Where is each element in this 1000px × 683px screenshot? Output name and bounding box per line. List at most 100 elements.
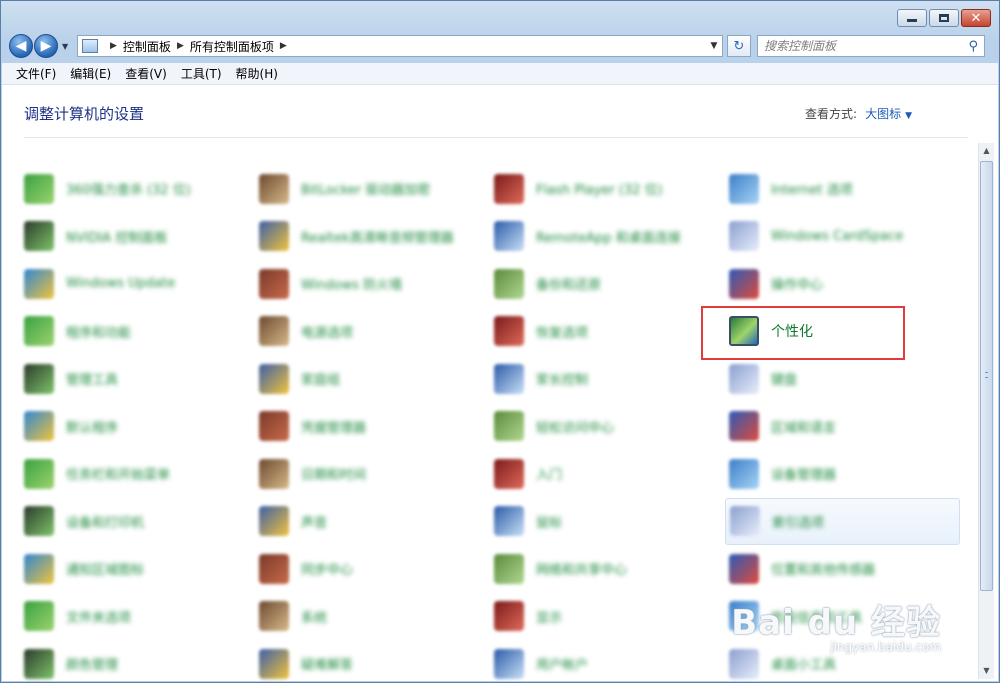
breadcrumb-all-items[interactable]: 所有控制面板项	[190, 38, 274, 55]
item-label: 操作中心	[771, 278, 824, 294]
control-panel-item[interactable]: 声音	[255, 498, 490, 546]
scroll-up-icon[interactable]: ▲	[979, 143, 994, 159]
control-panel-item[interactable]: 颜色管理	[20, 640, 255, 683]
breadcrumb-control-panel[interactable]: 控制面板	[123, 38, 171, 55]
grid-row: 管理工具 家庭组 家长控制 键盘	[20, 355, 960, 403]
scroll-thumb[interactable]	[980, 161, 993, 591]
close-button[interactable]: ✕	[961, 9, 991, 27]
vertical-scrollbar[interactable]: ▲ ▼	[978, 143, 994, 679]
control-panel-item[interactable]: 网络和共享中心	[490, 545, 725, 593]
item-label: Windows Update	[66, 276, 176, 292]
item-icon	[259, 601, 289, 632]
control-panel-item[interactable]: RemoteApp 和桌面连接	[490, 213, 725, 261]
control-panel-item[interactable]: 区域和语言	[725, 403, 960, 451]
history-dropdown-icon[interactable]: ▼	[62, 42, 72, 51]
control-panel-item[interactable]: 文件夹选项	[20, 593, 255, 641]
item-label: 恢复选项	[536, 325, 589, 341]
control-panel-item[interactable]: Realtek高清晰音频管理器	[255, 213, 490, 261]
back-button[interactable]: ◀	[9, 34, 33, 58]
control-panel-item[interactable]: Windows 防火墙	[255, 260, 490, 308]
breadcrumb-separator-icon[interactable]: ▶	[110, 41, 117, 51]
menu-help[interactable]: 帮助(H)	[236, 65, 278, 82]
control-panel-item[interactable]: 任务栏和开始菜单	[20, 450, 255, 498]
control-panel-item[interactable]: 管理工具	[20, 355, 255, 403]
control-panel-item[interactable]: 设备管理器	[725, 450, 960, 498]
menu-tools[interactable]: 工具(T)	[181, 65, 222, 82]
menu-edit[interactable]: 编辑(E)	[70, 65, 111, 82]
search-icon[interactable]: ⚲	[968, 39, 978, 54]
item-label: 文件夹选项	[66, 610, 132, 626]
control-panel-item[interactable]: 个性化	[725, 308, 960, 356]
control-panel-item[interactable]: 系统	[255, 593, 490, 641]
maximize-icon	[939, 14, 949, 22]
chevron-down-icon[interactable]: ▼	[905, 111, 912, 121]
item-icon	[259, 268, 289, 299]
control-panel-item[interactable]: 键盘	[725, 355, 960, 403]
item-label: 通知区域图标	[66, 563, 145, 579]
item-label: Flash Player (32 位)	[536, 183, 663, 199]
control-panel-item[interactable]: 默认程序	[20, 403, 255, 451]
item-label: 家长控制	[536, 373, 589, 389]
control-panel-item[interactable]: 位置和其他传感器	[725, 545, 960, 593]
scroll-down-icon[interactable]: ▼	[979, 663, 994, 679]
item-label: 声音	[301, 515, 328, 531]
menu-view[interactable]: 查看(V)	[125, 65, 167, 82]
control-panel-item[interactable]: 恢复选项	[490, 308, 725, 356]
item-icon	[24, 221, 54, 252]
control-panel-item[interactable]: NVIDIA 控制面板	[20, 213, 255, 261]
address-dropdown-icon[interactable]: ▼	[706, 41, 722, 51]
control-panel-item[interactable]: 设备和打印机	[20, 498, 255, 546]
minimize-button[interactable]	[897, 9, 927, 27]
item-label: 程序和功能	[66, 325, 132, 341]
control-panel-item[interactable]: 同步中心	[255, 545, 490, 593]
navigation-bar: ◀ ▶ ▼ ▶ 控制面板 ▶ 所有控制面板项 ▶ ▼ ↻ ⚲	[9, 33, 991, 59]
item-icon	[24, 363, 54, 394]
minimize-icon	[907, 19, 917, 22]
item-icon	[729, 221, 759, 252]
control-panel-item[interactable]: 凭据管理器	[255, 403, 490, 451]
item-label: 区域和语言	[771, 420, 837, 436]
control-panel-item[interactable]: 家庭组	[255, 355, 490, 403]
breadcrumb-separator-icon[interactable]: ▶	[280, 41, 287, 51]
item-label: NVIDIA 控制面板	[66, 230, 168, 246]
control-panel-item[interactable]: Windows CardSpace	[725, 213, 960, 261]
item-icon	[259, 221, 289, 252]
item-label: 备份和还原	[536, 278, 602, 294]
maximize-button[interactable]	[929, 9, 959, 27]
control-panel-item[interactable]: Windows Update	[20, 260, 255, 308]
item-icon	[494, 363, 524, 394]
control-panel-item[interactable]: 通知区域图标	[20, 545, 255, 593]
control-panel-item[interactable]: 轻松访问中心	[490, 403, 725, 451]
control-panel-item[interactable]: BitLocker 驱动器加密	[255, 165, 490, 213]
control-panel-item[interactable]: 用户帐户	[490, 640, 725, 683]
control-panel-item[interactable]: Internet 选项	[725, 165, 960, 213]
control-panel-item[interactable]: 360强力查杀 (32 位)	[20, 165, 255, 213]
control-panel-item[interactable]: 程序和功能	[20, 308, 255, 356]
grid-row: 默认程序 凭据管理器 轻松访问中心 区域和语言	[20, 403, 960, 451]
control-panel-item[interactable]: 入门	[490, 450, 725, 498]
item-label: 同步中心	[301, 563, 354, 579]
item-icon	[494, 411, 524, 442]
control-panel-item[interactable]: 日期和时间	[255, 450, 490, 498]
item-label: 个性化	[771, 324, 813, 341]
breadcrumb-separator-icon[interactable]: ▶	[177, 41, 184, 51]
control-panel-item[interactable]: 家长控制	[490, 355, 725, 403]
item-icon	[729, 363, 759, 394]
control-panel-item[interactable]: Flash Player (32 位)	[490, 165, 725, 213]
search-input[interactable]	[764, 39, 969, 53]
control-panel-item[interactable]: 索引选项	[725, 497, 961, 545]
address-bar[interactable]: ▶ 控制面板 ▶ 所有控制面板项 ▶ ▼	[77, 35, 723, 57]
view-by-dropdown[interactable]: 大图标	[865, 107, 901, 121]
forward-button[interactable]: ▶	[34, 34, 58, 58]
control-panel-item[interactable]: 备份和还原	[490, 260, 725, 308]
item-icon	[730, 506, 760, 537]
control-panel-item[interactable]: 显示	[490, 593, 725, 641]
control-panel-item[interactable]: 操作中心	[725, 260, 960, 308]
control-panel-item[interactable]: 鼠标	[490, 498, 725, 546]
control-panel-item[interactable]: 疑难解答	[255, 640, 490, 683]
refresh-button[interactable]: ↻	[727, 35, 751, 57]
menu-file[interactable]: 文件(F)	[16, 65, 56, 82]
item-label: Windows 防火墙	[301, 278, 403, 294]
control-panel-item[interactable]: 电源选项	[255, 308, 490, 356]
search-box[interactable]: ⚲	[757, 35, 985, 57]
